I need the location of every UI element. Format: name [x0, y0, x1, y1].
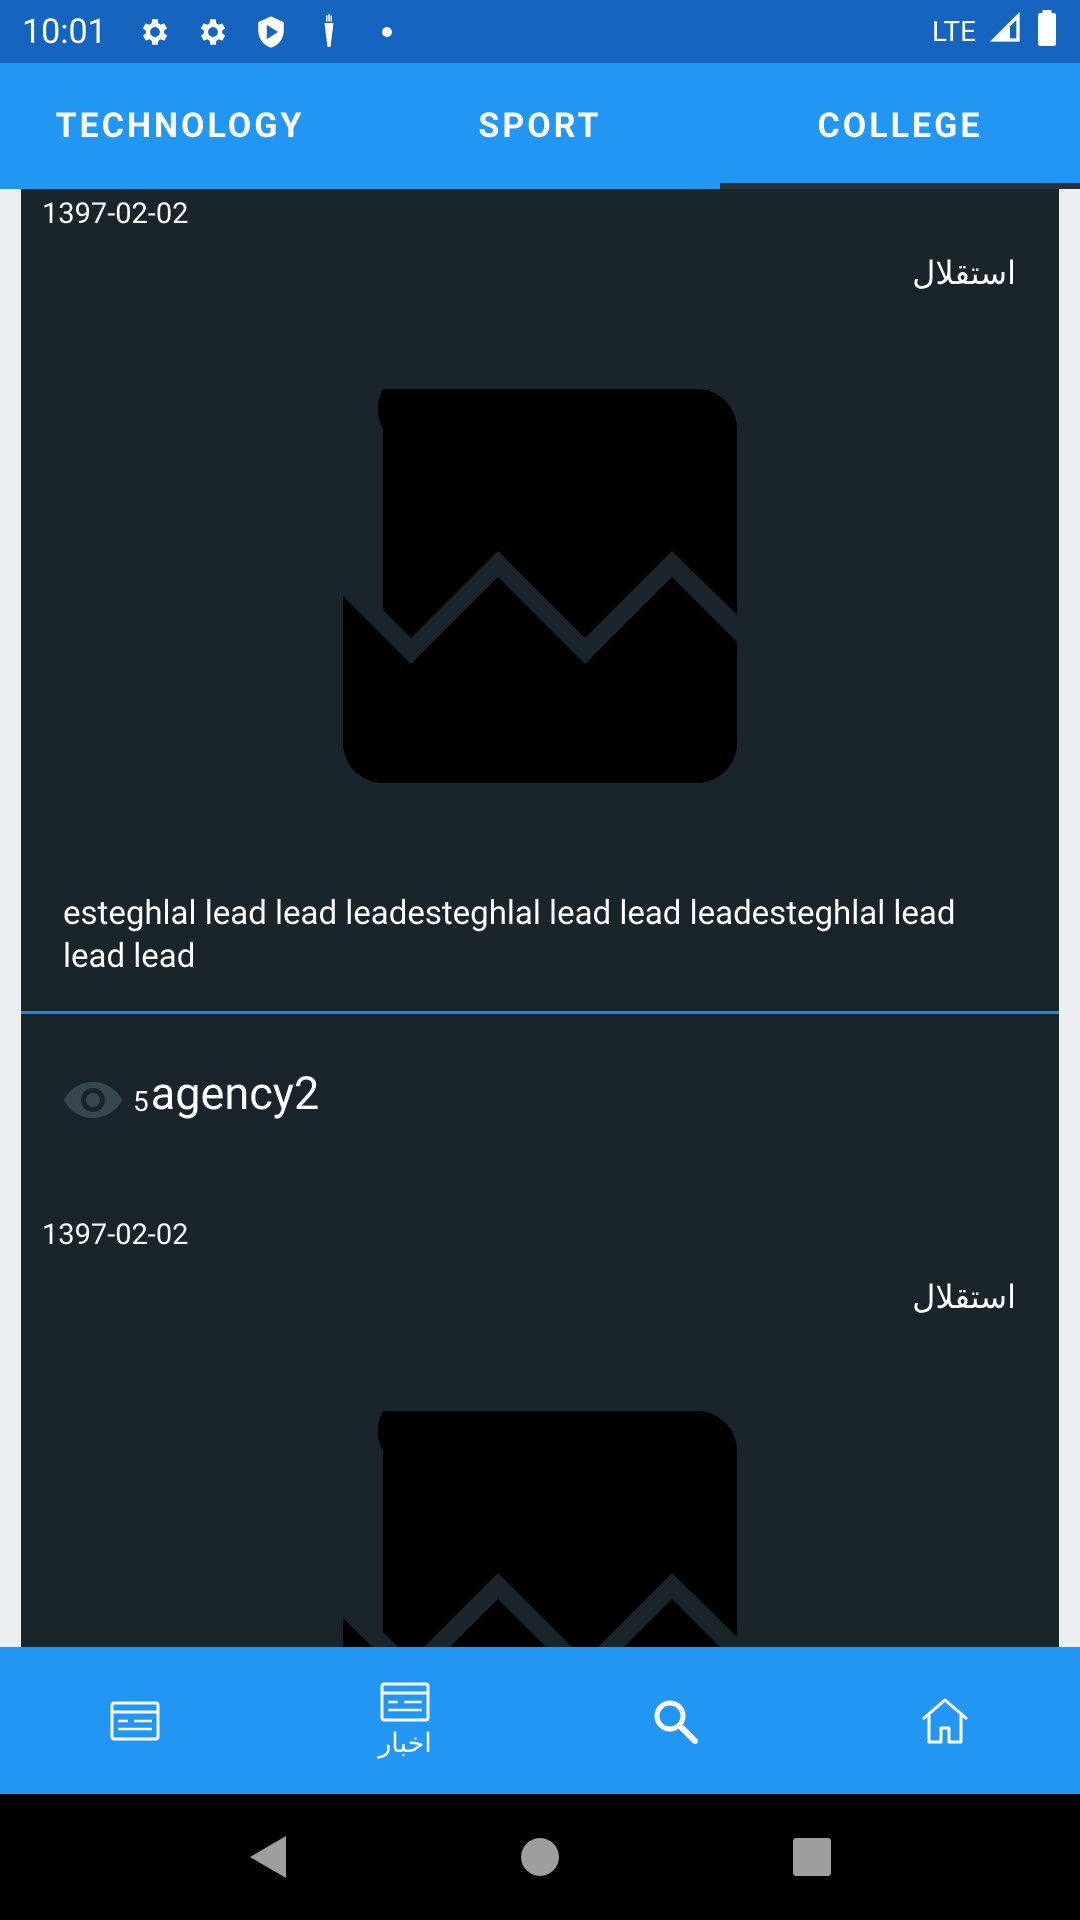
broken-image-icon — [343, 1411, 737, 1647]
news-list[interactable]: 1397-02-02 استقلال esteghlal lead lead l… — [0, 189, 1080, 1647]
back-icon[interactable] — [246, 1835, 290, 1879]
search-icon — [654, 1700, 698, 1744]
tab-technology[interactable]: TECHNOLOGY — [0, 63, 360, 189]
home-button-icon[interactable] — [518, 1835, 562, 1879]
news-card[interactable]: 1397-02-02 استقلال — [21, 1192, 1059, 1647]
news-list-icon — [110, 1701, 160, 1740]
card-footer: 5 agency2 — [63, 1064, 319, 1124]
news-lead: esteghlal lead lead leadesteghlal lead l… — [63, 894, 956, 976]
system-navigation-bar — [0, 1794, 1080, 1920]
broken-image-icon — [343, 389, 737, 783]
network-type: LTE — [932, 15, 976, 48]
tab-college[interactable]: COLLEGE — [720, 63, 1080, 189]
news-card[interactable]: 1397-02-02 استقلال esteghlal lead lead l… — [21, 189, 1059, 1358]
news-list-icon — [380, 1682, 430, 1722]
home-icon — [922, 1698, 968, 1743]
bottom-navigation: اخبار — [0, 1647, 1080, 1794]
nav-item-news[interactable]: اخبار — [270, 1647, 540, 1794]
news-agency: agency2 — [150, 1067, 320, 1120]
battery-icon — [1036, 10, 1058, 53]
gear-icon — [135, 12, 175, 52]
signal-icon — [989, 11, 1022, 51]
carrot-icon — [309, 12, 349, 52]
nav-item-home[interactable] — [810, 1647, 1080, 1794]
dot-icon — [367, 12, 407, 52]
recents-icon[interactable] — [790, 1835, 834, 1879]
nav-item-search[interactable] — [540, 1647, 810, 1794]
gear-icon — [193, 12, 233, 52]
tab-sport[interactable]: SPORT — [360, 63, 720, 189]
card-divider — [21, 1011, 1059, 1014]
news-date: 1397-02-02 — [42, 1218, 189, 1252]
tab-bar: TECHNOLOGY SPORT COLLEGE — [0, 63, 1080, 189]
nav-label-news: اخبار — [378, 1728, 432, 1759]
shield-icon — [251, 12, 291, 52]
news-date: 1397-02-02 — [42, 197, 189, 231]
status-bar: 10:01 LTE — [0, 0, 1080, 63]
view-count: 5 — [133, 1085, 149, 1118]
status-system-icons: LTE — [932, 10, 1058, 53]
status-notification-icons — [135, 12, 407, 52]
nav-item-news-list[interactable] — [0, 1647, 270, 1794]
news-tag: استقلال — [912, 1278, 1016, 1316]
eye-icon — [64, 1082, 122, 1118]
status-time: 10:01 — [22, 11, 107, 52]
news-tag: استقلال — [912, 254, 1016, 292]
